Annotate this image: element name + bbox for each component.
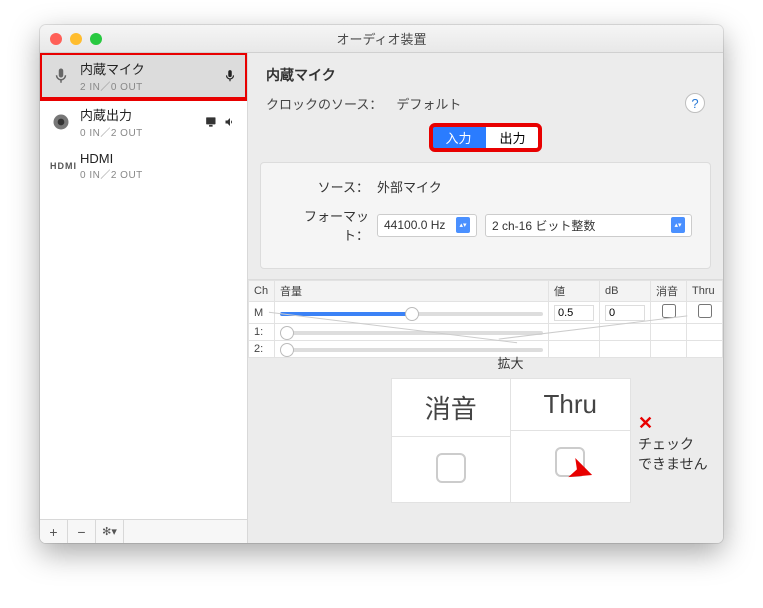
- clock-label: クロックのソース：: [266, 94, 382, 113]
- speaker-icon: [50, 111, 72, 133]
- device-io: 2 IN／0 OUT: [80, 78, 215, 93]
- format-label: フォーマット：: [279, 206, 369, 244]
- default-mic-icon: [223, 69, 237, 83]
- col-vol: 音量: [275, 281, 549, 302]
- device-name: HDMI: [80, 151, 237, 166]
- db-input-m[interactable]: [605, 305, 645, 321]
- value-input-m[interactable]: [554, 305, 594, 321]
- annot-line1: チェック: [638, 434, 708, 454]
- io-segmented: 入力 出力: [431, 125, 539, 150]
- zoom-col-mute: 消音: [392, 379, 511, 502]
- volume-slider-1: [280, 331, 543, 335]
- mic-icon: [50, 65, 72, 87]
- sidebar-item-builtin-mic[interactable]: 内蔵マイク 2 IN／0 OUT: [40, 53, 247, 99]
- sidebar-footer: + − ✻▾: [40, 519, 247, 543]
- gear-menu[interactable]: ✻▾: [96, 520, 124, 543]
- format-panel: ソース： 外部マイク フォーマット： 44100.0 Hz ▴▾ 2 ch-16…: [260, 162, 711, 269]
- content-header: 内蔵マイク クロックのソース： デフォルト ?: [248, 53, 723, 121]
- source-label: ソース：: [279, 177, 369, 196]
- col-thru: Thru: [687, 281, 723, 302]
- mute-checkbox-m[interactable]: [662, 304, 676, 318]
- clock-row: クロックのソース： デフォルト ?: [266, 93, 705, 113]
- x-mark-icon: ✕: [638, 413, 708, 434]
- table-header: Ch 音量 値 dB 消音 Thru: [249, 281, 723, 302]
- titlebar: オーディオ装置: [40, 25, 723, 53]
- zoom-box: 消音 Thru: [391, 378, 631, 503]
- sidebar-item-hdmi[interactable]: HDMI HDMI 0 IN／2 OUT: [40, 145, 247, 187]
- sidebar: 内蔵マイク 2 IN／0 OUT 内蔵出力 0 IN／2 OUT: [40, 53, 248, 543]
- source-row: ソース： 外部マイク: [279, 177, 692, 196]
- help-button[interactable]: ?: [685, 93, 705, 113]
- tabs: 入力 出力: [248, 125, 723, 150]
- ch-label: 2:: [249, 341, 275, 358]
- device-title: 内蔵マイク: [266, 65, 705, 85]
- remove-button[interactable]: −: [68, 520, 96, 543]
- device-io: 0 IN／2 OUT: [80, 124, 197, 139]
- volume-slider-m[interactable]: [280, 312, 543, 316]
- annot-line2: できません: [638, 454, 708, 474]
- sidebar-item-builtin-output[interactable]: 内蔵出力 0 IN／2 OUT: [40, 99, 247, 145]
- thru-checkbox-m[interactable]: [698, 304, 712, 318]
- bit-depth-select[interactable]: 2 ch-16 ビット整数 ▴▾: [485, 214, 692, 237]
- source-value: 外部マイク: [377, 177, 442, 196]
- sample-rate-value: 44100.0 Hz: [384, 218, 445, 232]
- volume-slider-2: [280, 348, 543, 352]
- zoom-head-thru: Thru: [511, 379, 630, 431]
- col-val: 値: [549, 281, 600, 302]
- device-info: HDMI 0 IN／2 OUT: [80, 151, 237, 181]
- device-info: 内蔵出力 0 IN／2 OUT: [80, 105, 197, 139]
- device-info: 内蔵マイク 2 IN／0 OUT: [80, 59, 215, 93]
- hdmi-icon: HDMI: [50, 161, 72, 171]
- chevron-updown-icon: ▴▾: [671, 217, 685, 233]
- ch-label: 1:: [249, 324, 275, 341]
- clock-value: デフォルト: [396, 94, 461, 113]
- zoom-annotation: 拡大 消音 Thru ➤ ✕ チェック できません: [308, 353, 713, 503]
- col-ch: Ch: [249, 281, 275, 302]
- sample-rate-select[interactable]: 44100.0 Hz ▴▾: [377, 214, 477, 237]
- zoom-label: 拡大: [308, 353, 713, 372]
- device-name: 内蔵出力: [80, 105, 197, 124]
- zoom-mute-checkbox: [436, 453, 466, 483]
- bit-depth-value: 2 ch-16 ビット整数: [492, 217, 595, 234]
- add-button[interactable]: +: [40, 520, 68, 543]
- window-body: 内蔵マイク 2 IN／0 OUT 内蔵出力 0 IN／2 OUT: [40, 53, 723, 543]
- window-title: オーディオ装置: [40, 29, 723, 48]
- tab-output[interactable]: 出力: [486, 125, 540, 150]
- col-mute: 消音: [651, 281, 687, 302]
- default-output-icons: [205, 116, 237, 128]
- annotation-text: ✕ チェック できません: [638, 413, 708, 474]
- device-list: 内蔵マイク 2 IN／0 OUT 内蔵出力 0 IN／2 OUT: [40, 53, 247, 519]
- tab-input[interactable]: 入力: [431, 125, 485, 150]
- window: オーディオ装置 内蔵マイク 2 IN／0 OUT: [40, 25, 723, 543]
- device-io: 0 IN／2 OUT: [80, 166, 237, 181]
- content: 内蔵マイク クロックのソース： デフォルト ? 入力 出力 ソース： 外部マイク: [248, 53, 723, 543]
- device-name: 内蔵マイク: [80, 59, 215, 78]
- format-row: フォーマット： 44100.0 Hz ▴▾ 2 ch-16 ビット整数 ▴▾: [279, 206, 692, 244]
- chevron-updown-icon: ▴▾: [456, 217, 470, 233]
- zoom-head-mute: 消音: [392, 379, 511, 437]
- col-db: dB: [600, 281, 651, 302]
